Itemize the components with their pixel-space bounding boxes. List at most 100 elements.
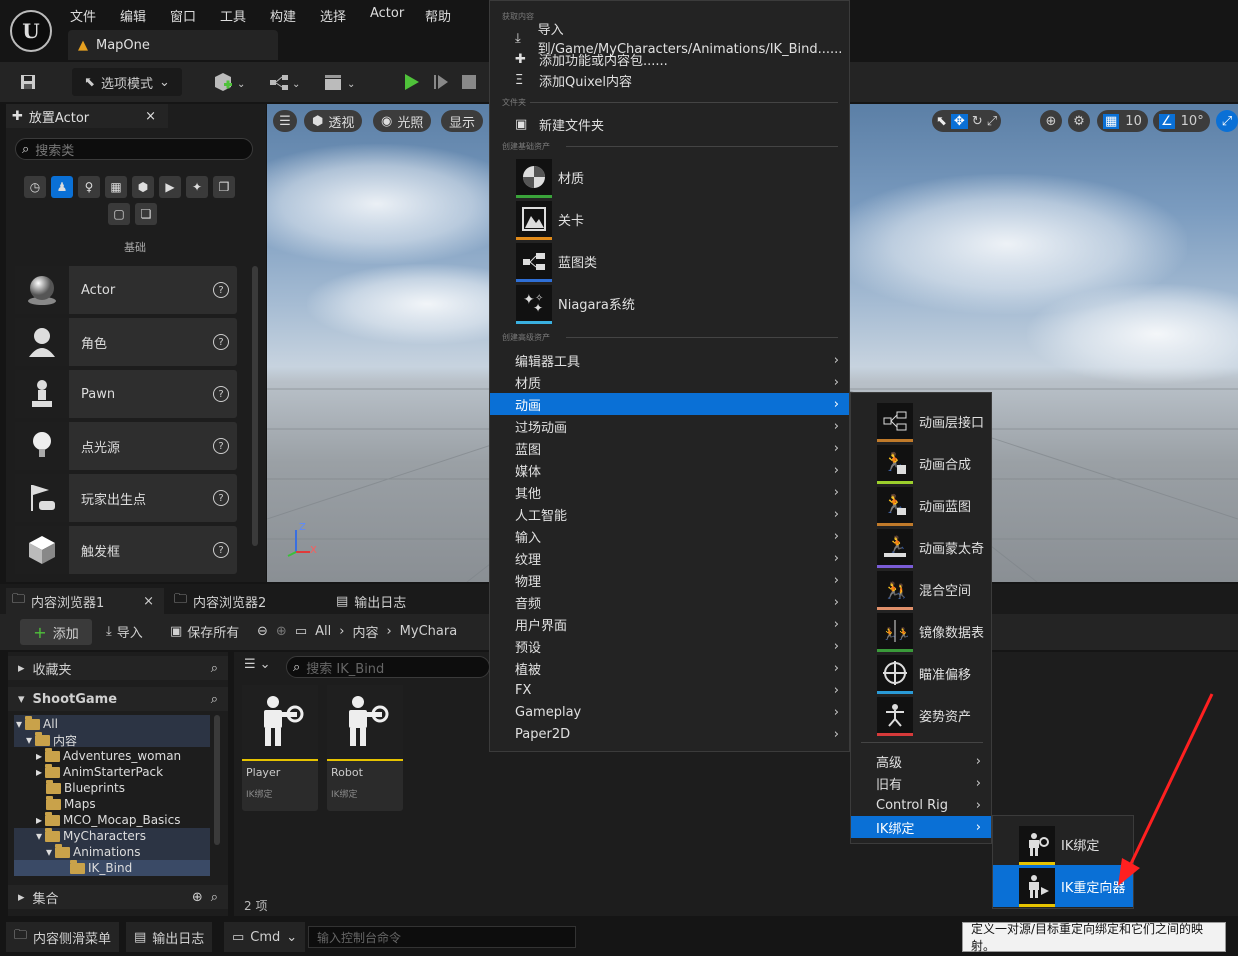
menu-anim-layer-interface[interactable]: 动画层接口: [877, 401, 984, 442]
visual-effects-icon[interactable]: ⬢: [132, 176, 154, 198]
import-button[interactable]: ⤓ 导入: [106, 622, 143, 641]
cinematic-icon[interactable]: ▦: [105, 176, 127, 198]
menu-input[interactable]: 输入 ›: [490, 525, 849, 547]
add-collection-icon[interactable]: ⊕: [192, 890, 203, 905]
menu-editor-tools[interactable]: 编辑器工具 ›: [490, 349, 849, 371]
asset-search-input[interactable]: ⌕ 搜索 IK_Bind: [286, 656, 490, 678]
menu-audio[interactable]: 音频 ›: [490, 591, 849, 613]
lit-button[interactable]: ◉ 光照: [373, 110, 432, 132]
save-icon[interactable]: [14, 68, 42, 96]
class-search-input[interactable]: ⌕ 搜索类: [15, 138, 253, 160]
breadcrumb-content[interactable]: 内容: [352, 622, 378, 641]
breadcrumb-all[interactable]: All: [315, 624, 331, 639]
menu-legacy[interactable]: 旧有 ›: [851, 772, 991, 794]
menu-material[interactable]: 材质: [516, 157, 584, 198]
scale-tool-icon[interactable]: ⤢: [987, 114, 997, 129]
help-icon[interactable]: ?: [213, 490, 229, 506]
search-icon[interactable]: ⌕: [211, 890, 218, 905]
world-space-icon[interactable]: ⊕: [1040, 110, 1062, 132]
menu-add-quixel[interactable]: Ξ 添加Quixel内容: [490, 69, 849, 91]
help-icon[interactable]: ?: [213, 438, 229, 454]
menu-media[interactable]: 媒体 ›: [490, 459, 849, 481]
menu-texture[interactable]: 纹理 ›: [490, 547, 849, 569]
tree-item-adventures[interactable]: ▸ Adventures_woman: [36, 747, 181, 764]
close-icon[interactable]: ×: [143, 594, 154, 609]
content-drawer-button[interactable]: 🗀 内容侧滑菜单: [6, 922, 120, 952]
console-input[interactable]: 输入控制台命令: [308, 926, 576, 948]
add-button[interactable]: + 添加: [20, 619, 92, 645]
move-tool-icon[interactable]: ✥: [950, 113, 968, 129]
menu-blend-space[interactable]: 🏃 🚶 混合空间: [877, 569, 971, 610]
tree-item-mycharacters[interactable]: ▾ MyCharacters: [36, 827, 146, 844]
surface-snap-icon[interactable]: ⚙: [1068, 110, 1090, 132]
search-icon[interactable]: ⌕: [211, 692, 218, 707]
show-button[interactable]: 显示: [441, 110, 484, 132]
tree-item-ik-bind[interactable]: IK_Bind: [70, 859, 132, 876]
actor-item-player-start[interactable]: 玩家出生点 ?: [15, 474, 237, 522]
forward-icon[interactable]: ⊕: [276, 624, 287, 639]
tab-content-browser-1[interactable]: 🗀 内容浏览器1 ×: [6, 588, 164, 614]
menu-level[interactable]: 关卡: [516, 199, 584, 240]
all-classes-icon[interactable]: ❐: [213, 176, 235, 198]
save-all-button[interactable]: ▣ 保存所有: [170, 622, 239, 641]
menu-tools[interactable]: 工具: [220, 6, 246, 25]
geometry-icon[interactable]: ▶: [159, 176, 181, 198]
menu-window[interactable]: 窗口: [170, 6, 196, 25]
blueprint-menu-button[interactable]: ⌄: [265, 68, 305, 96]
menu-ik-rig[interactable]: IK绑定 ›: [851, 816, 991, 838]
grid-snap-button[interactable]: ▦ 10: [1097, 110, 1148, 132]
menu-anim-composite[interactable]: 🏃 动画合成: [877, 443, 971, 484]
tree-item-animstarter[interactable]: ▸ AnimStarterPack: [36, 763, 163, 780]
level-tab[interactable]: ▲ MapOne: [68, 30, 278, 60]
cinematics-button[interactable]: ⌄: [320, 68, 360, 96]
menu-foliage[interactable]: 植被 ›: [490, 657, 849, 679]
shapes-icon[interactable]: ▢: [108, 203, 130, 225]
tree-item-content[interactable]: ▾ 内容: [26, 731, 77, 748]
filter-button[interactable]: ☰ ⌄: [244, 657, 271, 672]
cmd-button[interactable]: ▭ Cmd ⌄: [224, 922, 306, 952]
scrollbar[interactable]: [214, 715, 220, 845]
volumes-icon[interactable]: ✦: [186, 176, 208, 198]
mode-select-button[interactable]: ⬉ 选项模式 ⌄: [72, 68, 182, 96]
menu-ai[interactable]: 人工智能 ›: [490, 503, 849, 525]
unreal-logo-icon[interactable]: U: [10, 10, 52, 52]
menu-fx[interactable]: FX ›: [490, 679, 849, 701]
menu-presets[interactable]: 预设 ›: [490, 635, 849, 657]
breadcrumb-mycharacters[interactable]: MyChara: [400, 624, 458, 639]
recent-icon[interactable]: ◷: [24, 176, 46, 198]
tree-item-mco[interactable]: ▸ MCO_Mocap_Basics: [36, 811, 181, 828]
rotate-tool-icon[interactable]: ↻: [972, 114, 983, 129]
project-header[interactable]: ▾ ShootGame ⌕: [8, 687, 228, 711]
actor-item-point-light[interactable]: 点光源 ?: [15, 422, 237, 470]
menu-ik-rig-asset[interactable]: IK绑定: [1019, 824, 1099, 865]
menu-niagara[interactable]: ✦ ✦ ✧ Niagara系统: [516, 283, 635, 324]
menu-animation[interactable]: 动画 ›: [490, 393, 849, 415]
menu-control-rig[interactable]: Control Rig ›: [851, 794, 991, 816]
favorites-header[interactable]: ▸ 收藏夹 ⌕: [8, 656, 228, 680]
tree-item-maps[interactable]: Maps: [46, 795, 96, 812]
help-icon[interactable]: ?: [213, 386, 229, 402]
menu-select[interactable]: 选择: [320, 6, 346, 25]
rotation-snap-button[interactable]: ∠ 10°: [1153, 110, 1210, 132]
menu-gameplay[interactable]: Gameplay ›: [490, 701, 849, 723]
menu-pose-asset[interactable]: 姿势资产: [877, 695, 971, 736]
lights-icon[interactable]: ♀: [78, 176, 100, 198]
close-icon[interactable]: ×: [145, 109, 156, 124]
menu-blueprint[interactable]: 蓝图 ›: [490, 437, 849, 459]
search-icon[interactable]: ⌕: [211, 661, 218, 676]
menu-anim-blueprint[interactable]: 🏃 动画蓝图: [877, 485, 971, 526]
menu-misc[interactable]: 其他 ›: [490, 481, 849, 503]
menu-aim-offset[interactable]: 瞄准偏移: [877, 653, 971, 694]
menu-materials[interactable]: 材质 ›: [490, 371, 849, 393]
actor-item-actor[interactable]: Actor ?: [15, 266, 237, 314]
select-tool-icon[interactable]: ⬉: [936, 114, 947, 129]
menu-cinematics[interactable]: 过场动画 ›: [490, 415, 849, 437]
tab-content-browser-2[interactable]: 🗀 内容浏览器2: [174, 588, 266, 614]
actor-item-pawn[interactable]: Pawn ?: [15, 370, 237, 418]
help-icon[interactable]: ?: [213, 334, 229, 350]
menu-paper2d[interactable]: Paper2D ›: [490, 723, 849, 745]
stop-icon[interactable]: [456, 68, 482, 96]
step-icon[interactable]: [428, 68, 454, 96]
back-icon[interactable]: ⊖: [257, 624, 268, 639]
asset-card-player[interactable]: Player IK绑定: [242, 685, 318, 811]
